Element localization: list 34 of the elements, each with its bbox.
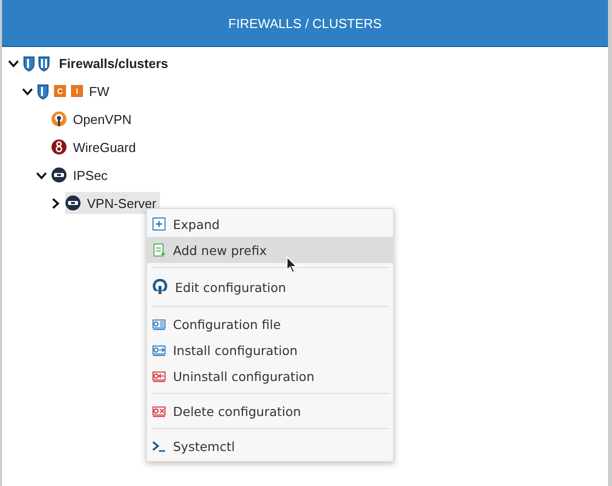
chevron-down-icon[interactable] — [22, 86, 33, 96]
keyhole-icon — [152, 279, 168, 295]
badge: C — [54, 85, 66, 97]
keyhole-icon — [51, 111, 67, 127]
menu-item[interactable]: Add new prefix — [147, 237, 393, 263]
menu-item[interactable]: Expand — [147, 211, 393, 237]
menu-item[interactable]: Systemctl — [147, 433, 393, 459]
chevron-down-icon[interactable] — [8, 58, 19, 68]
plus-icon — [152, 217, 166, 231]
tree-item[interactable]: IPSec — [51, 164, 112, 186]
tunnel-icon — [65, 195, 81, 211]
menu-item[interactable]: Install configuration — [147, 337, 393, 363]
cursor-icon — [286, 256, 298, 274]
tunnel-icon — [51, 167, 67, 183]
badge: I — [71, 85, 83, 97]
menu-item[interactable]: Edit configuration — [147, 272, 393, 302]
config-install-icon — [152, 343, 166, 357]
shield-icon — [37, 82, 49, 100]
chevron-right-icon[interactable] — [50, 198, 61, 208]
tree-item[interactable]: C I FW — [37, 80, 114, 102]
document-add-icon — [152, 243, 166, 257]
chevron-down-icon[interactable] — [36, 170, 47, 180]
config-delete-icon — [152, 404, 166, 418]
tree-item[interactable]: Firewalls/clusters — [23, 52, 172, 74]
menu-item[interactable]: Uninstall configuration — [147, 363, 393, 389]
tree-item[interactable]: OpenVPN — [51, 108, 136, 130]
tree-item[interactable]: WireGuard — [51, 136, 140, 158]
tree-item[interactable]: VPN-Server — [65, 192, 160, 214]
config-file-icon — [152, 317, 166, 331]
terminal-icon — [152, 439, 166, 453]
menu-item[interactable]: Delete configuration — [147, 398, 393, 424]
menu-item[interactable]: Configuration file — [147, 311, 393, 337]
config-uninstall-icon — [152, 369, 166, 383]
panel-title: FIREWALLS / CLUSTERS — [228, 16, 382, 30]
